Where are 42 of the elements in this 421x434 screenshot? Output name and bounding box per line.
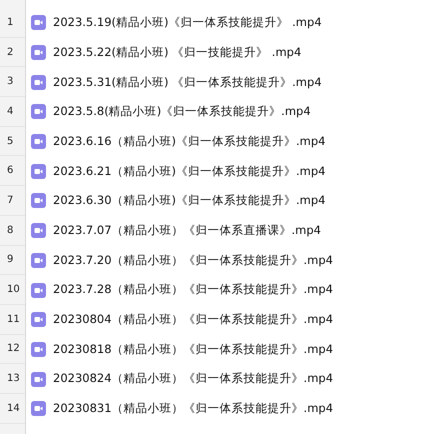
video-file-icon <box>31 282 46 298</box>
video-file-icon <box>31 401 46 416</box>
row-number: 13 <box>7 372 20 386</box>
video-file-icon <box>31 164 46 179</box>
file-name[interactable]: 2023.5.19(精品小班)《归一体系技能提升》 .mp4 <box>53 14 322 32</box>
video-file-icon <box>31 342 46 357</box>
file-name[interactable]: 2023.5.8(精品小班)《归一体系技能提升》.mp4 <box>53 103 311 121</box>
file-name[interactable]: 20230831（精品小班）《归一体系技能提升》.mp4 <box>53 400 334 418</box>
video-file-icon <box>31 74 46 90</box>
row-number: 12 <box>7 342 20 356</box>
row-number: 1 <box>7 16 14 30</box>
file-name[interactable]: 20230804（精品小班）《归一体系技能提升》.mp4 <box>53 311 334 328</box>
video-file-icon <box>31 223 46 238</box>
row-number: 9 <box>7 253 14 268</box>
file-name[interactable]: 20230818（精品小班）《归一体系技能提升》.mp4 <box>53 340 334 358</box>
video-file-icon <box>31 252 46 268</box>
video-file-icon <box>31 193 46 208</box>
file-name[interactable]: 2023.6.30（精品小班)《归一体系技能提升》.mp4 <box>53 192 326 210</box>
file-name[interactable]: 2023.5.31(精品小班) 《归一体系技能提升》.mp4 <box>53 74 322 91</box>
video-file-icon <box>31 312 46 328</box>
video-file-icon <box>31 134 46 150</box>
row-number: 3 <box>7 75 14 90</box>
row-number: 4 <box>7 104 14 119</box>
file-name[interactable]: 2023.6.16（精品小班)《归一体系技能提升》.mp4 <box>53 132 326 150</box>
file-name[interactable]: 2023.7.07（精品小班）《归一体系直播课》.mp4 <box>53 222 322 240</box>
row-number: 11 <box>7 312 20 327</box>
video-file-icon <box>31 372 46 387</box>
video-file-icon <box>31 45 46 60</box>
row-number: 8 <box>7 224 14 238</box>
row-number: 2 <box>7 46 14 60</box>
row-number: 10 <box>7 283 20 298</box>
row-number: 5 <box>7 134 14 149</box>
video-file-icon <box>31 15 46 30</box>
video-file-icon <box>31 104 46 120</box>
file-name[interactable]: 2023.6.21（精品小班)《归一体系技能提升》.mp4 <box>53 162 326 180</box>
row-number: 6 <box>7 164 14 178</box>
row-number: 14 <box>7 402 20 416</box>
file-name[interactable]: 2023.5.22(精品小班) 《归一技能提升》 .mp4 <box>53 44 302 62</box>
file-name[interactable]: 2023.7.20（精品小班）《归一体系技能提升》.mp4 <box>53 252 334 269</box>
file-name[interactable]: 20230824（精品小班）《归一体系技能提升》.mp4 <box>53 370 334 388</box>
row-number: 7 <box>7 194 14 208</box>
file-name[interactable]: 2023.7.28（精品小班）《归一体系技能提升》.mp4 <box>53 281 334 299</box>
